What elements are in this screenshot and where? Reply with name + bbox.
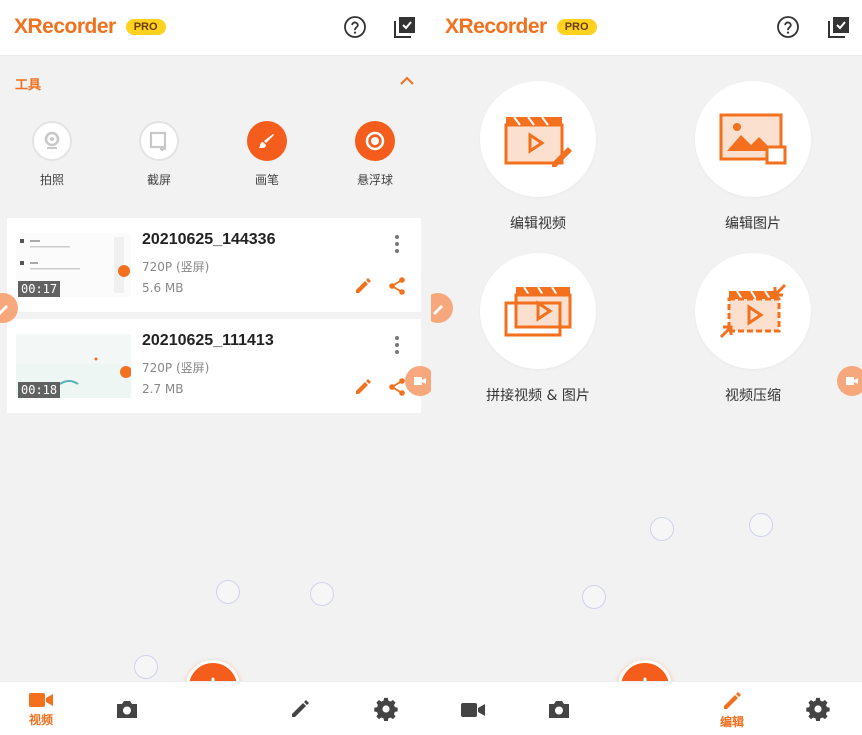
camera-icon <box>117 701 137 718</box>
more-vertical-icon[interactable] <box>392 335 402 355</box>
compress-video-icon <box>695 253 811 369</box>
batch-select-icon[interactable] <box>393 15 417 39</box>
logo-text: XRecorder <box>445 15 547 38</box>
floating-record-bubble[interactable] <box>837 366 862 396</box>
edit-image-icon <box>695 81 811 197</box>
app-header: XRecorder PRO <box>431 0 862 56</box>
logo-text: XRecorder <box>14 15 116 38</box>
bottom-nav: 编辑 <box>431 681 862 735</box>
share-icon[interactable] <box>387 276 407 296</box>
video-resolution: 720P (竖屏) <box>142 361 210 375</box>
nav-edit[interactable] <box>270 682 330 735</box>
video-duration: 00:18 <box>18 382 61 398</box>
camera-icon <box>549 701 569 718</box>
tools-title: 工具 <box>15 78 42 93</box>
brush-icon <box>433 305 443 315</box>
app-logo: XRecorder PRO <box>445 13 597 41</box>
merge-label: 拼接视频 & 图片 <box>486 388 590 404</box>
record-camera-icon <box>846 377 858 385</box>
tool-label: 拍照 <box>39 173 64 187</box>
pro-badge[interactable]: PRO <box>556 19 597 35</box>
bottom-nav: 视频 <box>0 681 431 735</box>
gear-icon <box>806 697 830 721</box>
pencil-icon[interactable] <box>353 377 373 397</box>
nav-settings[interactable] <box>356 682 416 735</box>
video-thumbnail[interactable]: 00:17 <box>16 233 131 297</box>
pencil-icon[interactable] <box>353 276 373 296</box>
merge-video-icon <box>480 253 596 369</box>
tool-floating-ball[interactable]: 悬浮球 <box>335 121 415 188</box>
video-size: 5.6 MB <box>142 281 184 295</box>
help-icon[interactable] <box>343 15 367 39</box>
video-title: 20210625_111413 <box>142 332 274 349</box>
video-title: 20210625_144336 <box>142 231 276 248</box>
nav-videos[interactable] <box>443 682 503 735</box>
tool-label: 悬浮球 <box>356 173 393 187</box>
video-resolution: 720P (竖屏) <box>142 260 210 274</box>
edit-video-label: 编辑视频 <box>510 216 566 232</box>
touch-indicator-ring <box>310 582 334 606</box>
chevron-up-icon[interactable] <box>399 75 415 87</box>
tool-camera[interactable]: 拍照 <box>12 121 92 188</box>
nav-edit[interactable]: 编辑 <box>702 682 762 735</box>
nav-edit-label: 编辑 <box>719 715 744 729</box>
compress-label: 视频压缩 <box>725 388 781 404</box>
tool-label: 画笔 <box>254 173 279 187</box>
touch-indicator-ring <box>216 580 240 604</box>
floating-record-bubble[interactable] <box>405 366 431 396</box>
brush-icon <box>247 121 287 161</box>
touch-indicator-ring <box>749 513 773 537</box>
merge-tile[interactable]: 拼接视频 & 图片 <box>468 253 608 405</box>
touch-indicator-ring <box>134 655 158 679</box>
edit-image-label: 编辑图片 <box>725 216 781 232</box>
video-duration: 00:17 <box>18 281 61 297</box>
video-camera-icon <box>461 703 485 717</box>
video-card[interactable]: 00:17 20210625_144336 720P (竖屏) 5.6 MB <box>7 218 421 312</box>
camera-lens-icon <box>32 121 72 161</box>
app-logo: XRecorder PRO <box>14 13 166 41</box>
pro-badge[interactable]: PRO <box>125 19 166 35</box>
nav-videos[interactable]: 视频 <box>11 682 71 735</box>
video-size: 2.7 MB <box>142 382 184 396</box>
tools-section: 工具 拍照 截屏 画笔 悬浮球 <box>0 57 431 207</box>
record-camera-icon <box>414 377 426 385</box>
screenshot-icon <box>139 121 179 161</box>
edit-screen: XRecorder PRO 编辑视频 编辑图片 拼接视频 & 图片 视频压缩 编… <box>431 0 862 735</box>
edit-image-tile[interactable]: 编辑图片 <box>683 81 823 233</box>
nav-settings[interactable] <box>788 682 848 735</box>
more-vertical-icon[interactable] <box>392 234 402 254</box>
edit-video-tile[interactable]: 编辑视频 <box>468 81 608 233</box>
touch-indicator-ring <box>650 517 674 541</box>
tool-label: 截屏 <box>146 173 171 187</box>
brush-icon <box>0 305 8 315</box>
help-icon[interactable] <box>776 15 800 39</box>
nav-screenshots[interactable] <box>529 682 589 735</box>
share-icon[interactable] <box>387 377 407 397</box>
touch-indicator-ring <box>582 585 606 609</box>
nav-screenshots[interactable] <box>97 682 157 735</box>
nav-videos-label: 视频 <box>28 713 53 727</box>
pencil-icon <box>292 700 309 717</box>
video-camera-icon <box>29 693 53 707</box>
pencil-icon <box>724 692 741 709</box>
tool-screenshot[interactable]: 截屏 <box>119 121 199 188</box>
video-list-screen: XRecorder PRO 工具 拍照 截屏 画笔 悬浮球 00:17 2021… <box>0 0 431 735</box>
floating-brush-bubble[interactable] <box>431 293 453 323</box>
batch-select-icon[interactable] <box>827 15 851 39</box>
gear-icon <box>374 697 398 721</box>
edit-video-icon <box>480 81 596 197</box>
video-card[interactable]: 00:18 20210625_111413 720P (竖屏) 2.7 MB <box>7 319 421 413</box>
video-thumbnail[interactable]: 00:18 <box>16 334 131 398</box>
compress-tile[interactable]: 视频压缩 <box>683 253 823 405</box>
app-header: XRecorder PRO <box>0 0 431 56</box>
tool-brush[interactable]: 画笔 <box>227 121 307 188</box>
floating-ball-icon <box>355 121 395 161</box>
